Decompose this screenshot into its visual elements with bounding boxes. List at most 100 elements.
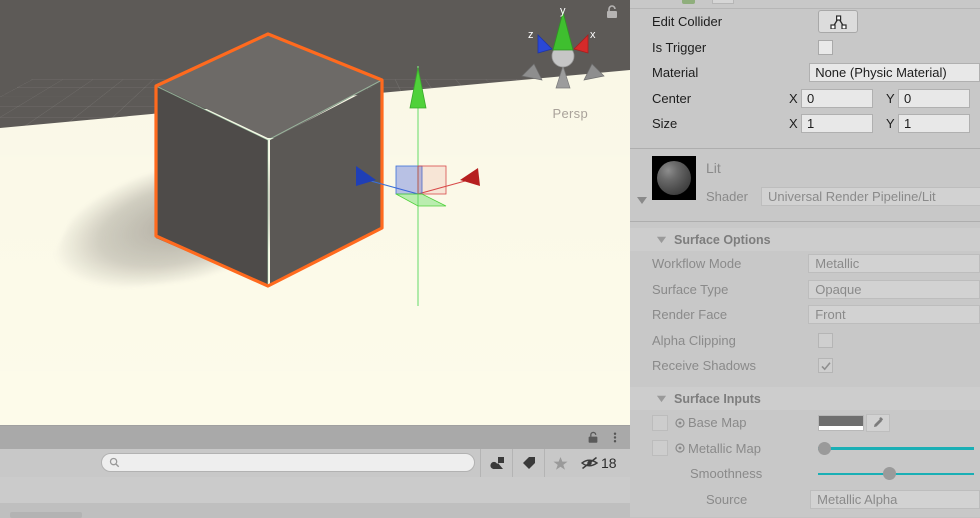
metallic-map-label-group: Metallic Map <box>675 441 818 456</box>
smoothness-slider-track <box>818 472 974 475</box>
material-name: Lit <box>706 160 721 176</box>
center-label: Center <box>652 90 692 106</box>
eyedropper-icon <box>874 417 883 427</box>
smoothness-slider[interactable] <box>818 465 974 483</box>
physic-material-label: Material <box>652 65 699 81</box>
filter-by-type-button[interactable] <box>480 449 512 477</box>
size-x-input[interactable]: 1 <box>801 114 873 134</box>
axis-label-y: y <box>560 5 566 17</box>
project-panel-tabbar <box>0 426 630 450</box>
eye-crossed-icon <box>580 456 599 470</box>
workflow-mode-row: Workflow Mode Metallic <box>630 251 980 277</box>
center-vector: X 0 Y 0 <box>786 88 980 108</box>
base-map-label-group: Base Map <box>675 415 818 430</box>
surface-inputs-header[interactable]: Surface Inputs <box>630 387 980 410</box>
surface-type-row: Surface Type Opaque <box>630 277 980 303</box>
project-panel-toolbar: 18 <box>0 449 630 478</box>
hidden-objects-count: 18 <box>601 455 617 471</box>
is-trigger-label: Is Trigger <box>652 39 707 55</box>
workflow-mode-dropdown[interactable]: Metallic <box>808 254 980 274</box>
smoothness-label: Smoothness <box>690 466 763 482</box>
base-map-texture-slot[interactable] <box>652 414 668 431</box>
metallic-map-label: Metallic Map <box>688 440 761 456</box>
is-trigger-checkbox[interactable] <box>818 39 833 55</box>
center-x-input[interactable]: 0 <box>801 88 873 108</box>
filter-by-label-button[interactable] <box>512 449 544 477</box>
base-map-label: Base Map <box>688 415 747 431</box>
surface-type-dropdown[interactable]: Opaque <box>808 279 980 299</box>
alpha-clipping-checkbox[interactable] <box>818 332 833 348</box>
metallic-slider-knob[interactable] <box>818 441 831 455</box>
project-lock-icon[interactable] <box>586 430 600 445</box>
favorites-button[interactable] <box>544 449 576 477</box>
metallic-map-texture-slot[interactable] <box>652 440 668 457</box>
shader-label: Shader <box>706 189 748 204</box>
surface-inputs-title: Surface Inputs <box>674 391 761 406</box>
shader-dropdown[interactable]: Universal Render Pipeline/Lit <box>761 187 980 206</box>
polygon-edit-icon <box>829 15 847 29</box>
material-header: Lit Shader Universal Render Pipeline/Lit <box>630 150 980 218</box>
source-label: Source <box>706 491 748 507</box>
center-x-axis-label: X <box>789 90 798 106</box>
scene-orientation-gizmo[interactable]: y x z <box>508 4 618 96</box>
metallic-map-slider[interactable] <box>818 439 974 457</box>
material-sphere-preview <box>657 161 691 195</box>
search-input-text[interactable] <box>120 455 474 470</box>
transform-move-gizmo[interactable] <box>300 56 540 316</box>
inspector-divider-2 <box>630 221 980 222</box>
source-dropdown[interactable]: Metallic Alpha <box>810 489 980 509</box>
edit-collider-label: Edit Collider <box>652 14 723 30</box>
axis-label-x: x <box>590 29 596 41</box>
size-x-axis-label: X <box>789 116 798 132</box>
center-row: Center X 0 Y 0 <box>630 86 980 112</box>
base-map-alpha-bar <box>819 425 863 430</box>
receive-shadows-row: Receive Shadows <box>630 353 980 379</box>
size-y-input[interactable]: 1 <box>898 114 970 134</box>
size-y-axis-label: Y <box>886 116 895 132</box>
search-icon <box>109 457 120 468</box>
axis-label-z: z <box>528 29 534 41</box>
shapes-filter-icon <box>489 457 504 470</box>
project-panel-content[interactable] <box>0 477 630 504</box>
size-label: Size <box>652 116 678 132</box>
favorite-star-icon <box>553 456 568 470</box>
smoothness-slider-knob[interactable] <box>883 467 896 481</box>
material-foldout-icon[interactable] <box>636 194 648 206</box>
selected-cube-object[interactable] <box>150 28 480 306</box>
search-input[interactable] <box>101 453 475 472</box>
size-row: Size X 1 Y 1 <box>630 111 980 137</box>
physic-material-row: Material None (Physic Material) <box>630 60 980 86</box>
base-map-eyedropper-button[interactable] <box>866 413 890 432</box>
center-y-input[interactable]: 0 <box>898 88 970 108</box>
edit-collider-button[interactable] <box>818 10 858 34</box>
render-face-dropdown[interactable]: Front <box>808 305 980 325</box>
source-row: Source Metallic Alpha <box>630 487 980 513</box>
hidden-objects-indicator[interactable]: 18 <box>576 449 617 477</box>
scene-lock-icon[interactable] <box>604 4 620 20</box>
size-vector: X 1 Y 1 <box>786 114 980 134</box>
receive-shadows-checkbox[interactable] <box>818 358 833 374</box>
is-trigger-row: Is Trigger <box>630 35 980 61</box>
metallic-slider-track <box>818 447 974 450</box>
workflow-mode-label: Workflow Mode <box>652 256 742 272</box>
scene-projection-label: Persp <box>552 106 588 121</box>
tag-filter-icon <box>522 457 535 469</box>
project-menu-icon[interactable] <box>609 430 621 445</box>
property-target-icon <box>675 443 685 453</box>
physic-material-field[interactable]: None (Physic Material) <box>809 63 980 83</box>
unity-editor-window: y x z Persp 18 Edit Collider Is Trigger … <box>0 0 980 518</box>
receive-shadows-label: Receive Shadows <box>652 358 757 374</box>
project-panel: 18 <box>0 425 630 518</box>
surface-options-header[interactable]: Surface Options <box>630 228 980 251</box>
chevron-down-icon <box>656 236 667 244</box>
metallic-map-row: Metallic Map <box>630 436 980 462</box>
footer-stub <box>10 512 82 518</box>
center-y-axis-label: Y <box>886 90 895 106</box>
chevron-down-icon <box>656 395 667 403</box>
base-map-color-swatch[interactable] <box>818 414 864 431</box>
surface-options-section: Surface Options Workflow Mode Metallic S… <box>630 228 980 379</box>
render-face-label: Render Face <box>652 307 728 323</box>
component-field-fragment <box>712 0 734 4</box>
scene-view[interactable]: y x z Persp <box>0 0 630 425</box>
inspector-divider-1 <box>630 148 980 149</box>
